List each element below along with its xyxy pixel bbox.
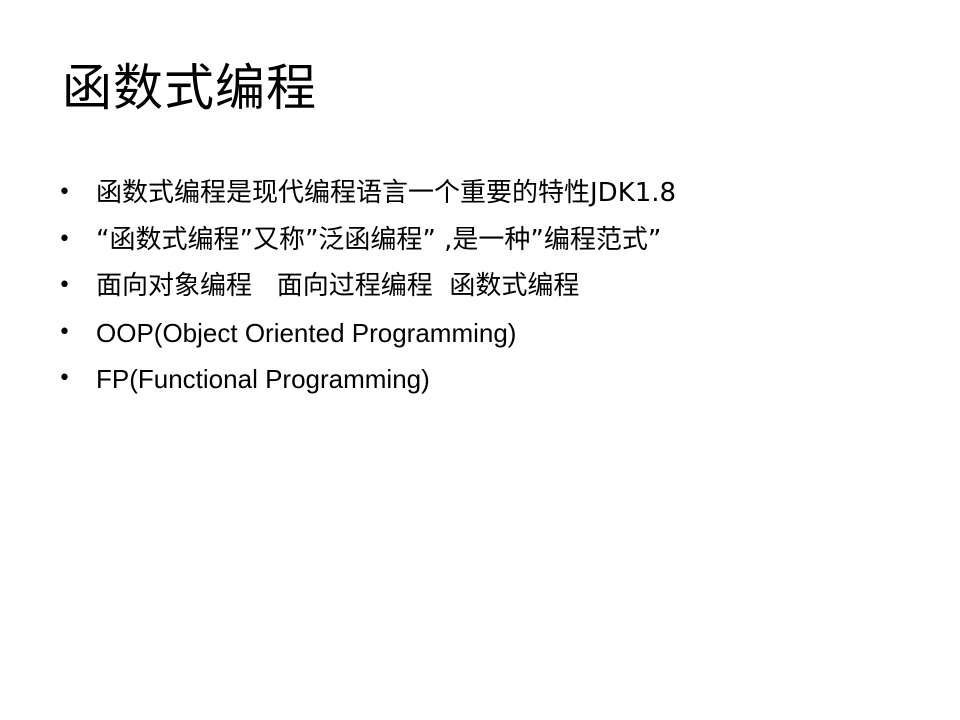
- bullet-icon: •: [58, 319, 71, 345]
- bullet-text: FP(Functional Programming): [96, 364, 430, 395]
- bullet-item: • FP(Functional Programming): [58, 356, 676, 403]
- bullet-item: • OOP(Object Oriented Programming): [58, 310, 676, 357]
- bullet-icon: •: [58, 226, 71, 252]
- bullet-icon: •: [58, 180, 71, 206]
- bullet-icon: •: [58, 273, 71, 299]
- slide-title: 函数式编程: [62, 59, 317, 117]
- slide: 函数式编程 • 函数式编程是现代编程语言一个重要的特性JDK1.8 • “函数式…: [0, 0, 960, 720]
- bullet-icon: •: [58, 366, 71, 392]
- bullet-item: • “函数式编程”又称”泛函编程” ,是一种”编程范式”: [58, 217, 676, 264]
- bullet-text: 面向对象编程 面向过程编程 函数式编程: [96, 271, 580, 302]
- bullet-text: 函数式编程是现代编程语言一个重要的特性JDK1.8: [96, 178, 677, 209]
- bullet-list: • 函数式编程是现代编程语言一个重要的特性JDK1.8 • “函数式编程”又称”…: [58, 170, 676, 403]
- bullet-text: “函数式编程”又称”泛函编程” ,是一种”编程范式”: [96, 224, 662, 255]
- bullet-item: • 函数式编程是现代编程语言一个重要的特性JDK1.8: [58, 170, 676, 217]
- bullet-text: OOP(Object Oriented Programming): [96, 317, 517, 348]
- bullet-item: • 面向对象编程 面向过程编程 函数式编程: [58, 263, 676, 310]
